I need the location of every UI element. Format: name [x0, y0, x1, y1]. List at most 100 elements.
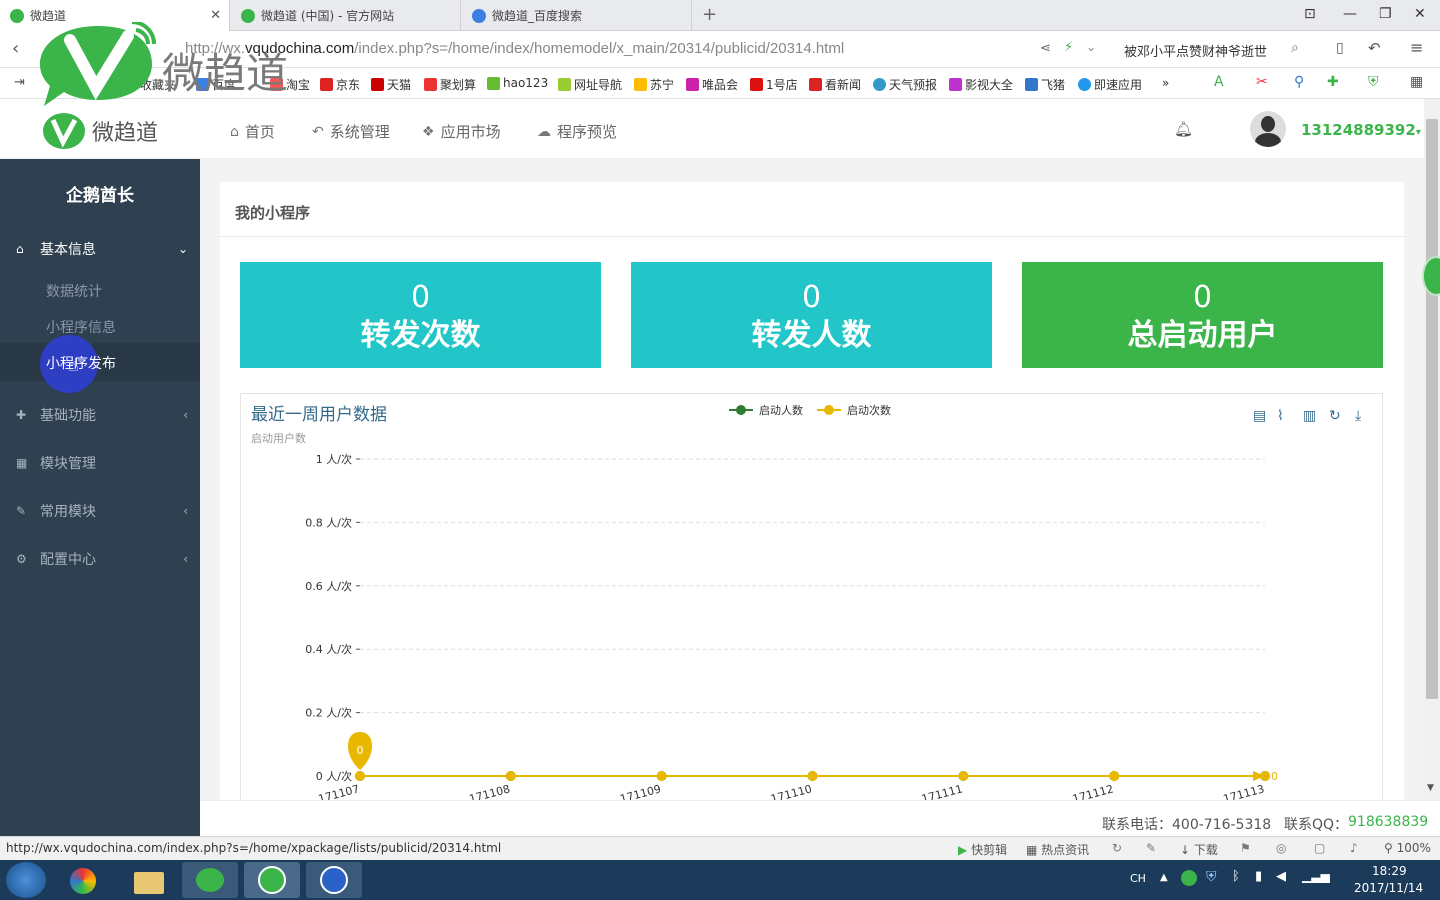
nav-home[interactable]: ⌂ 首页	[230, 121, 275, 142]
sidebar-item-program-publish[interactable]: 小程序发布	[46, 353, 116, 373]
data-point[interactable]	[1109, 771, 1120, 781]
translate-icon[interactable]: A	[1214, 74, 1224, 90]
taskbar-sogou-icon[interactable]	[306, 862, 362, 898]
nav-system[interactable]: ↶ 系统管理	[312, 121, 390, 142]
shield-icon[interactable]: ⛨	[1368, 74, 1379, 90]
bell-icon[interactable]: 🔔︎	[1174, 120, 1193, 138]
restore-layout-icon[interactable]: ⊡	[1304, 6, 1316, 22]
flag-icon[interactable]: ⚑	[1240, 841, 1251, 855]
more-bookmarks-button[interactable]: »	[1162, 76, 1169, 90]
tray-shield-icon[interactable]: ⛨	[1206, 869, 1217, 885]
bookmark-jisu[interactable]: 即速应用	[1078, 76, 1142, 93]
chevron-down-icon[interactable]: ⌄	[1086, 40, 1096, 54]
search-icon[interactable]: ⌕	[1291, 40, 1299, 56]
data-view-icon[interactable]: ▤	[1253, 408, 1266, 424]
sidebar-group-common-modules[interactable]: ✎ 常用模块 ‹	[16, 501, 188, 521]
bar-switch-icon[interactable]: ▥	[1303, 408, 1316, 424]
sidebar-group-basic-functions[interactable]: ✚ 基础功能 ‹	[16, 405, 188, 425]
tray-volume-icon[interactable]: ◀︎	[1276, 869, 1286, 884]
v-favicon-icon	[241, 8, 255, 23]
data-point[interactable]	[505, 771, 516, 781]
contact-qq-value[interactable]: 918638839	[1348, 814, 1428, 830]
magnifier-icon[interactable]: ⚲	[1294, 74, 1304, 90]
tab-baidu-search[interactable]: 微趋道_百度搜索	[462, 0, 692, 31]
volume-icon[interactable]: ♪	[1350, 841, 1358, 855]
sidebar-group-basic-info[interactable]: ⌂ 基本信息 ⌄	[16, 239, 188, 259]
refresh-icon[interactable]: ↻	[1329, 408, 1341, 424]
data-point[interactable]	[355, 771, 365, 781]
download-icon[interactable]: ⤓	[1355, 408, 1361, 424]
start-button-icon[interactable]	[6, 862, 46, 898]
legend-label[interactable]: 启动人数	[759, 404, 803, 417]
clock-time[interactable]: 18:29	[1372, 864, 1407, 878]
download-button[interactable]: ↓ 下载	[1180, 841, 1218, 858]
browser-icon[interactable]: ◎	[1276, 841, 1286, 855]
refresh-icon[interactable]: ↻	[1112, 841, 1122, 855]
quick-clip-button[interactable]: ▶ 快剪辑	[958, 841, 1007, 858]
sidebar-item-data-stats[interactable]: 数据统计	[46, 281, 102, 301]
sidebar-group-config[interactable]: ⚙ 配置中心 ‹	[16, 549, 188, 569]
bookmark-yhd[interactable]: 1号店	[750, 76, 798, 93]
bookmark-vip[interactable]: 唯品会	[686, 76, 738, 93]
bookmark-video[interactable]: 影视大全	[949, 76, 1013, 93]
avatar[interactable]	[1250, 111, 1286, 147]
legend-label[interactable]: 启动次数	[847, 403, 891, 417]
data-point[interactable]	[958, 771, 969, 781]
lightning-icon[interactable]: ⚡	[1064, 40, 1073, 55]
maximize-icon[interactable]: ❐	[1379, 6, 1392, 22]
sidebar-group-modules[interactable]: ▦ 模块管理	[16, 453, 188, 473]
bookmark-weather[interactable]: 天气预报	[873, 76, 937, 93]
page-scrollbar[interactable]: ▼	[1424, 99, 1440, 800]
tray-signal-icon[interactable]: ▁▃▅	[1302, 869, 1330, 883]
tray-bluetooth-icon[interactable]: ᛒ	[1232, 869, 1240, 884]
bookmark-juhuasuan[interactable]: 聚划算	[424, 76, 476, 93]
bookmark-tmall[interactable]: 天猫	[371, 76, 411, 93]
bookmark-news[interactable]: 看新闻	[809, 76, 861, 93]
sidebar-item-program-info[interactable]: 小程序信息	[46, 317, 116, 337]
bookmark-site-nav[interactable]: 网址导航	[558, 76, 622, 93]
bookmark-suning[interactable]: 苏宁	[634, 76, 674, 93]
undo-icon[interactable]: ↶	[1368, 39, 1381, 57]
bookmark-fliggy[interactable]: 飞猪	[1025, 76, 1065, 93]
line-switch-icon[interactable]: ⌇	[1277, 408, 1284, 424]
scroll-thumb[interactable]	[1426, 119, 1438, 699]
input-language[interactable]: CH	[1130, 872, 1146, 885]
taskbar-browser-360-icon[interactable]	[244, 862, 300, 898]
back-icon[interactable]: ‹	[12, 38, 19, 59]
tray-expand-icon[interactable]: ▲	[1160, 872, 1168, 883]
data-point[interactable]	[656, 771, 667, 781]
sidebar-toggle-icon[interactable]: ⇥	[14, 75, 25, 90]
taskbar-wechat-icon[interactable]	[182, 862, 238, 898]
search-input[interactable]: 被邓小平点赞财神爷逝世	[1124, 41, 1267, 60]
tray-battery-icon[interactable]: ▮	[1255, 869, 1262, 884]
apps-grid-icon[interactable]: ▦	[1410, 74, 1423, 90]
taskbar-explorer-icon[interactable]	[120, 862, 176, 898]
nav-app-market[interactable]: ❖ 应用市场	[422, 121, 501, 142]
hot-news-button[interactable]: ▦ 热点资讯	[1026, 841, 1089, 858]
mouse-cursor-icon: ☝︎	[68, 355, 79, 376]
share-icon[interactable]: ⋖	[1040, 41, 1051, 56]
taskbar-app-colorful[interactable]	[56, 862, 112, 898]
menu-icon[interactable]: ≡	[1410, 38, 1423, 57]
hao123-icon	[487, 76, 500, 90]
window-icon[interactable]: ▢	[1314, 841, 1325, 855]
scissors-icon[interactable]: ✂	[1256, 74, 1268, 90]
data-point[interactable]	[807, 771, 818, 781]
tray-360-icon[interactable]	[1181, 870, 1197, 886]
close-window-icon[interactable]: ✕	[1414, 6, 1426, 22]
y-tick-label: 0 人/次	[316, 769, 352, 783]
clock-date[interactable]: 2017/11/14	[1354, 881, 1423, 895]
bookmark-hao123[interactable]: hao123	[487, 76, 548, 90]
new-tab-button[interactable]: +	[702, 4, 717, 25]
nav-preview[interactable]: ☁ 程序预览	[537, 121, 617, 142]
reading-mode-icon[interactable]: ▯	[1336, 40, 1344, 56]
minimize-icon[interactable]: —	[1343, 6, 1357, 22]
user-menu[interactable]: 13124889392▾	[1301, 121, 1421, 139]
scroll-down-icon[interactable]: ▼	[1427, 783, 1434, 793]
zoom-control[interactable]: ⚲ 100%	[1384, 841, 1431, 855]
account-name: 企鹅酋长	[66, 186, 134, 206]
close-tab-icon[interactable]: ✕	[210, 8, 221, 23]
game-icon[interactable]: ✚	[1327, 74, 1339, 90]
pin-icon[interactable]: ✎	[1146, 841, 1156, 855]
app-logo[interactable]: 微趋道	[42, 111, 158, 151]
